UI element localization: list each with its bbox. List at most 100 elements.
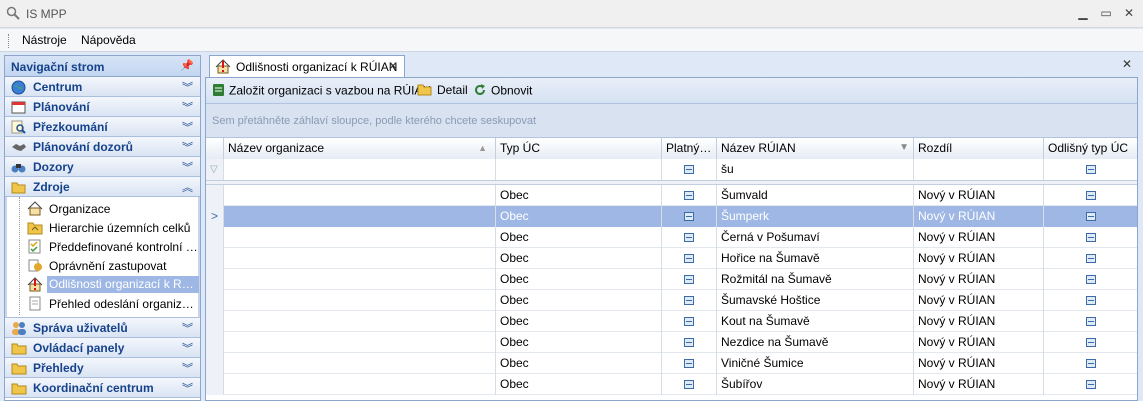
grid-checkbox-cell[interactable]: [662, 290, 717, 311]
filter-nazev-ruian[interactable]: šu: [717, 159, 914, 180]
nav-group-dozory[interactable]: Dozory ︾: [5, 157, 200, 177]
grid-cell[interactable]: Nový v RÚIAN: [914, 227, 1044, 248]
nav-item-odlisnosti[interactable]: Odlišnosti organizací k RÚIAN: [13, 275, 199, 294]
col-nazev-organizace[interactable]: Název organizace ▲: [224, 138, 496, 159]
grid-checkbox-cell[interactable]: [1044, 269, 1137, 290]
grid-cell[interactable]: [224, 311, 496, 332]
grid-checkbox-cell[interactable]: [1044, 227, 1137, 248]
grid-checkbox-cell[interactable]: [1044, 332, 1137, 353]
table-row[interactable]: Obec Viničné Šumice Nový v RÚIAN: [206, 353, 1137, 374]
grid-checkbox-cell[interactable]: [1044, 248, 1137, 269]
filter-nazev-organizace[interactable]: [224, 159, 496, 180]
nav-item-opravneni[interactable]: Oprávnění zastupovat: [13, 256, 198, 275]
minimize-button[interactable]: ▁: [1074, 4, 1092, 22]
table-row[interactable]: Obec Šubířov Nový v RÚIAN: [206, 374, 1137, 395]
grid-checkbox-cell[interactable]: [662, 269, 717, 290]
grid-cell[interactable]: Obec: [496, 269, 662, 290]
table-row[interactable]: Obec Kout na Šumavě Nový v RÚIAN: [206, 311, 1137, 332]
col-platny[interactable]: Platný…: [662, 138, 717, 159]
col-rozdil[interactable]: Rozdíl: [914, 138, 1044, 159]
grid-checkbox-cell[interactable]: [662, 206, 717, 227]
grid-cell[interactable]: Šumavské Hoštice: [717, 290, 914, 311]
grid-cell[interactable]: Rožmitál na Šumavě: [717, 269, 914, 290]
nav-group-ovladaci-panely[interactable]: Ovládací panely ︾: [5, 338, 200, 358]
nav-item-organizace[interactable]: Organizace: [13, 199, 198, 218]
grid-cell[interactable]: [224, 374, 496, 395]
row-indicator[interactable]: [206, 227, 224, 248]
filter-rozdil[interactable]: [914, 159, 1044, 180]
grid-checkbox-cell[interactable]: [1044, 185, 1137, 206]
grid-checkbox-cell[interactable]: [662, 353, 717, 374]
grid-cell[interactable]: [224, 227, 496, 248]
grid-checkbox-cell[interactable]: [662, 374, 717, 395]
grid-checkbox-cell[interactable]: [1044, 290, 1137, 311]
table-row[interactable]: Obec Šumavské Hoštice Nový v RÚIAN: [206, 290, 1137, 311]
filter-platny[interactable]: [662, 159, 717, 180]
grid-cell[interactable]: Nový v RÚIAN: [914, 353, 1044, 374]
grid-cell[interactable]: Obec: [496, 206, 662, 227]
refresh-button[interactable]: Obnovit: [473, 83, 532, 100]
col-typ-uc[interactable]: Typ ÚC: [496, 138, 662, 159]
grid-cell[interactable]: Obec: [496, 332, 662, 353]
grid-cell[interactable]: Šumperk: [717, 206, 914, 227]
grid-cell[interactable]: Nový v RÚIAN: [914, 374, 1044, 395]
grid-cell[interactable]: Černá v Pošumaví: [717, 227, 914, 248]
nav-group-sprava-uzivatelu[interactable]: Správa uživatelů ︾: [5, 318, 200, 338]
grid-checkbox-cell[interactable]: [662, 227, 717, 248]
grid-cell[interactable]: [224, 206, 496, 227]
grid-cell[interactable]: Obec: [496, 311, 662, 332]
grid-cell[interactable]: Nezdice na Šumavě: [717, 332, 914, 353]
nav-group-prehledy[interactable]: Přehledy ︾: [5, 358, 200, 378]
grid-cell[interactable]: Obec: [496, 374, 662, 395]
row-indicator[interactable]: [206, 248, 224, 269]
grid-cell[interactable]: Obec: [496, 353, 662, 374]
nav-group-koordinacni-centrum[interactable]: Koordinační centrum ︾: [5, 378, 200, 398]
grid-cell[interactable]: Obec: [496, 248, 662, 269]
grid-cell[interactable]: Šumvald: [717, 185, 914, 206]
grid-cell[interactable]: Šubířov: [717, 374, 914, 395]
grid-checkbox-cell[interactable]: [662, 248, 717, 269]
grid-cell[interactable]: Nový v RÚIAN: [914, 248, 1044, 269]
create-organization-button[interactable]: Založit organizaci s vazbou na RÚIAN: [212, 83, 431, 100]
grid-checkbox-cell[interactable]: [662, 332, 717, 353]
grid-cell[interactable]: Nový v RÚIAN: [914, 332, 1044, 353]
table-row[interactable]: Obec Hořice na Šumavě Nový v RÚIAN: [206, 248, 1137, 269]
grid-cell[interactable]: Nový v RÚIAN: [914, 269, 1044, 290]
maximize-button[interactable]: ▭: [1097, 4, 1115, 22]
grid-checkbox-cell[interactable]: [1044, 374, 1137, 395]
grid-checkbox-cell[interactable]: [1044, 206, 1137, 227]
row-indicator[interactable]: [206, 374, 224, 395]
grid-cell[interactable]: [224, 248, 496, 269]
row-indicator[interactable]: [206, 290, 224, 311]
grid-checkbox-cell[interactable]: [1044, 311, 1137, 332]
close-window-button[interactable]: ✕: [1120, 4, 1138, 22]
grid-cell[interactable]: Nový v RÚIAN: [914, 206, 1044, 227]
table-row[interactable]: Obec Černá v Pošumaví Nový v RÚIAN: [206, 227, 1137, 248]
grid-cell[interactable]: [224, 269, 496, 290]
close-all-tabs-icon[interactable]: ✕: [1122, 57, 1132, 71]
pin-icon[interactable]: 📌: [180, 59, 194, 72]
nav-group-zdroje[interactable]: Zdroje ︽: [5, 177, 200, 197]
row-indicator[interactable]: [206, 311, 224, 332]
tab-odlisnosti[interactable]: Odlišnosti organizací k RÚIAN ✕: [209, 55, 405, 77]
nav-item-preddefinovane[interactable]: Předdefinované kontrolní s…: [13, 237, 199, 256]
grid-cell[interactable]: [224, 332, 496, 353]
tab-close-icon[interactable]: ✕: [388, 59, 398, 73]
menu-napoveda[interactable]: Nápověda: [81, 33, 136, 47]
row-indicator[interactable]: [206, 332, 224, 353]
grid-cell[interactable]: [224, 290, 496, 311]
nav-item-prehled-odeslani[interactable]: Přehled odeslání organizací …: [13, 294, 199, 313]
row-indicator[interactable]: [206, 185, 224, 206]
row-indicator[interactable]: [206, 353, 224, 374]
table-row[interactable]: Obec Rožmitál na Šumavě Nový v RÚIAN: [206, 269, 1137, 290]
grid-cell[interactable]: Hořice na Šumavě: [717, 248, 914, 269]
grid-cell[interactable]: [224, 185, 496, 206]
grid-cell[interactable]: Nový v RÚIAN: [914, 290, 1044, 311]
nav-group-planovani[interactable]: Plánování ︾: [5, 97, 200, 117]
grid-cell[interactable]: Kout na Šumavě: [717, 311, 914, 332]
nav-item-hierarchie[interactable]: Hierarchie územních celků: [13, 218, 198, 237]
table-row[interactable]: Obec Nezdice na Šumavě Nový v RÚIAN: [206, 332, 1137, 353]
grid-checkbox-cell[interactable]: [662, 185, 717, 206]
nav-group-planovani-dozoru[interactable]: Plánování dozorů ︾: [5, 137, 200, 157]
grid-cell[interactable]: Obec: [496, 185, 662, 206]
